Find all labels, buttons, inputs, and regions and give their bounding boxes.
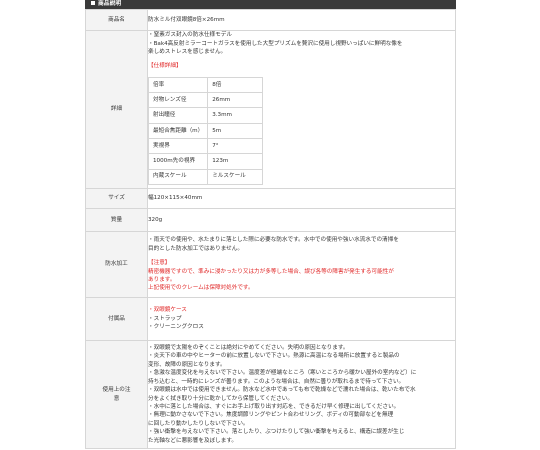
caution-line: ・強い衝撃を与えないで下さい。落としたり、ぶつけたりして強い衝撃を与えると、構造… <box>148 429 405 436</box>
caution-line: に回したり動かしたりしないで下さい。 <box>148 420 249 427</box>
notice-heading: 【注意】 <box>148 260 171 267</box>
square-bullet-icon <box>91 1 95 5</box>
value-accessories: ・双眼鏡ケース ・ストラップ ・クリーニングクロス <box>147 297 456 341</box>
details-line-2: ・Bak4高反射ミラーコートガラスを使用した大型プリズムを贅沢に使用し視野いっぱ… <box>148 40 403 47</box>
label-size: サイズ <box>85 188 148 209</box>
value-details: ・窒素ガス封入の防水仕様モデル ・Bak4高反射ミラーコートガラスを使用した大型… <box>147 30 456 189</box>
caution-line: ・無理に動かさないで下さい。焦度調節リングやピント合わせリング、ボディの可動部な… <box>148 412 394 419</box>
row-cautions: 使用上の注 意 ・双眼鏡で太陽をのぞくことは絶対にやめてください。失明の原因とな… <box>85 340 456 449</box>
label-waterproof: 防水加工 <box>85 231 148 298</box>
value-cautions: ・双眼鏡で太陽をのぞくことは絶対にやめてください。失明の原因となります。 ・炎天… <box>147 340 456 449</box>
row-waterproof: 防水加工 ・雨天での使用や、水たまりに落とした際に必要な防水です。水中での使用や… <box>85 231 456 298</box>
waterproof-line-1: ・雨天での使用や、水たまりに落とした際に必要な防水です。水中での使用や強い水流水… <box>148 237 399 244</box>
spec-table: 商品名 防水ミル付双眼鏡8倍×26mm 詳細 ・窒素ガス封入の防水仕様モデル ・… <box>85 9 456 449</box>
spec-key: 対物レンズ径 <box>147 92 209 109</box>
label-details: 詳細 <box>85 30 148 189</box>
label-accessories: 付属品 <box>85 297 148 341</box>
spec-key: 倍率 <box>147 76 209 94</box>
spec-row: 1000m先の視界 123m <box>147 153 263 170</box>
spec-value: 7° <box>207 137 263 155</box>
spec-row: 射出瞳径 3.3mm <box>147 107 263 124</box>
spec-row: 最短合焦距離（m） 5m <box>147 122 263 139</box>
cautions-label-line-2: 意 <box>113 395 120 402</box>
spec-value: 26mm <box>207 92 263 109</box>
spec-key: 最短合焦距離（m） <box>147 122 209 139</box>
spec-key: 1000m先の視界 <box>147 153 209 170</box>
row-weight: 質量 320g <box>85 208 456 232</box>
spec-detail-table: 倍率 8倍 対物レンズ径 26mm 射出瞳径 3.3mm 最短合焦距離（m） 5m 実視… <box>147 76 263 185</box>
notice-line-1: 精密機器ですので、準みに浸かったり又は力が多等した場合、誤び各等の障害が発生する… <box>148 268 394 275</box>
caution-line: ・双眼鏡は水中では使用できません。防水など水中であっても布で乾燥などで濡れた場合… <box>148 387 416 394</box>
row-accessories: 付属品 ・双眼鏡ケース ・ストラップ ・クリーニングクロス <box>85 297 456 341</box>
caution-line: 分をよく拭き取り十分に乾かしてから保管してください。 <box>148 395 293 402</box>
accessory-item: ・クリーニングクロス <box>148 324 204 331</box>
spec-value: 3.3mm <box>207 107 263 124</box>
spec-row: 内蔵スケール ミルスケール <box>147 168 263 185</box>
caution-line: 変形、故障の原因となります。 <box>148 361 226 368</box>
caution-line: ・双眼鏡で太陽をのぞくことは絶対にやめてください。失明の原因となります。 <box>148 345 349 352</box>
caution-line: ・急激な温度変化を与えないで下さい。温度差が極端なところ（寒いところから暖かい屋… <box>148 370 417 377</box>
notice-line-3: 上記使用でのクレームは保障対処外です。 <box>148 285 254 292</box>
value-size: 幅120×115×40mm <box>147 188 456 209</box>
label-weight: 質量 <box>85 208 148 232</box>
label-cautions: 使用上の注 意 <box>85 340 148 449</box>
caution-line: ・水中に落とした場合は、すぐにお手上げ取り出す対応を、できるだけ早く修理に出して… <box>148 403 400 410</box>
section-header: 商品説明 <box>85 0 456 9</box>
spec-row: 倍率 8倍 <box>147 76 263 94</box>
value-product-name: 防水ミル付双眼鏡8倍×26mm <box>147 9 456 31</box>
spec-value: 123m <box>207 153 263 170</box>
spec-key: 内蔵スケール <box>147 168 209 185</box>
row-product-name: 商品名 防水ミル付双眼鏡8倍×26mm <box>85 9 456 31</box>
accessory-item: ・双眼鏡ケース <box>148 307 187 314</box>
spec-value: 5m <box>207 122 263 139</box>
value-waterproof: ・雨天での使用や、水たまりに落とした際に必要な防水です。水中での使用や強い水流水… <box>147 231 456 298</box>
spec-heading: 【仕様詳細】 <box>148 63 182 70</box>
details-line-3: 楽しめストレスを感じません。 <box>148 48 227 55</box>
product-description-block: 商品説明 商品名 防水ミル付双眼鏡8倍×26mm 詳細 ・窒素ガス封入の防水仕様… <box>85 0 456 449</box>
row-size: サイズ 幅120×115×40mm <box>85 188 456 209</box>
section-title: 商品説明 <box>98 1 122 7</box>
label-product-name: 商品名 <box>85 9 148 31</box>
accessory-item: ・ストラップ <box>148 315 182 322</box>
caution-line: 持ち込むと、一時的にレンズが曇ります。このような場合は、自然に曇りが取れるまで待… <box>148 378 405 385</box>
cautions-label-line-1: 使用上の注 <box>102 387 131 394</box>
notice-line-2: あります。 <box>148 276 176 283</box>
details-line-1: ・窒素ガス封入の防水仕様モデル <box>148 32 232 39</box>
caution-line: ・炎天下の車の中やヒーターの前に放置しないで下さい。熱源に高温になる場所に放置す… <box>148 353 400 360</box>
caution-line: た光軸などに悪影響を及ぼします。 <box>148 437 237 444</box>
spec-row: 実視界 7° <box>147 137 263 155</box>
spec-value: 8倍 <box>207 76 263 94</box>
spec-key: 射出瞳径 <box>147 107 209 124</box>
waterproof-line-2: 目的とした防水加工ではありません。 <box>148 245 243 252</box>
row-details: 詳細 ・窒素ガス封入の防水仕様モデル ・Bak4高反射ミラーコートガラスを使用し… <box>85 30 456 189</box>
value-weight: 320g <box>147 208 456 232</box>
spec-value: ミルスケール <box>207 168 263 185</box>
spec-key: 実視界 <box>147 137 209 155</box>
spec-row: 対物レンズ径 26mm <box>147 92 263 109</box>
